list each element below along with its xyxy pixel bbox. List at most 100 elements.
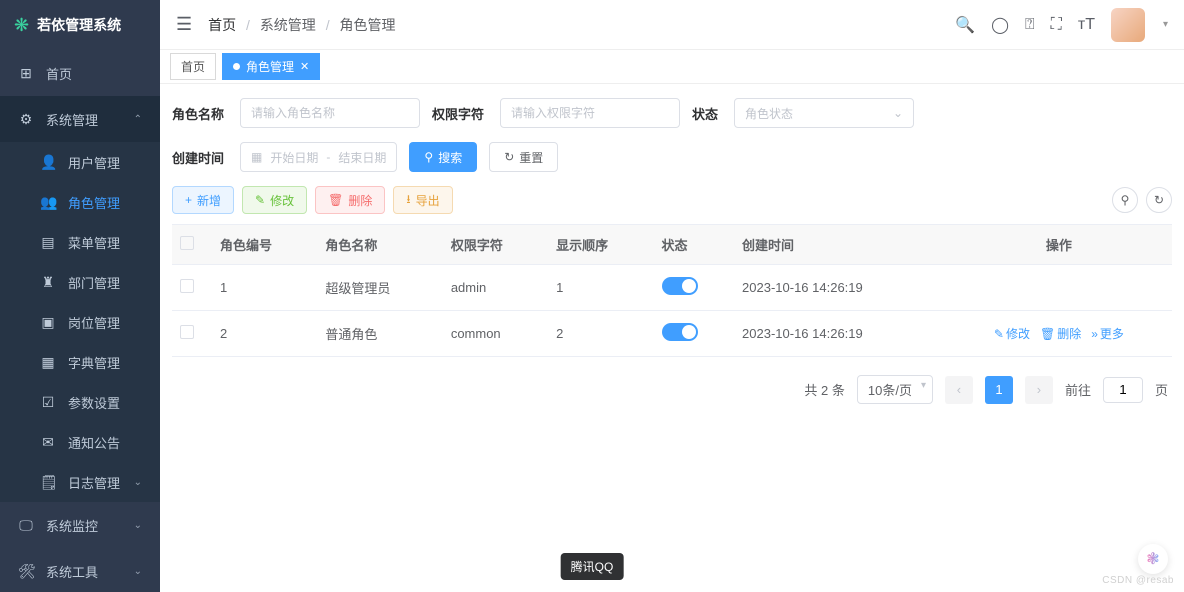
sidebar-item-notice[interactable]: ✉通知公告	[0, 422, 160, 462]
chevron-down-icon: ⌄	[893, 106, 903, 120]
sidebar: ❋ 若依管理系统 ⊞首页 ⚙系统管理⌃ 👤用户管理 👥角色管理 ▤菜单管理 ♜部…	[0, 0, 160, 592]
checkbox[interactable]	[180, 279, 194, 293]
gear-icon: ⚙	[18, 111, 34, 128]
breadcrumb-role: 角色管理	[339, 17, 395, 33]
tool-icon: 🛠	[18, 563, 34, 580]
sidebar-item-log[interactable]: 🗒日志管理⌄	[0, 462, 160, 502]
plus-icon: +	[185, 193, 192, 207]
brain-icon: ❃	[1146, 549, 1159, 569]
hamburger-icon[interactable]: ☰	[176, 14, 192, 35]
status-switch[interactable]	[662, 323, 698, 341]
chevron-up-icon: ⌃	[134, 114, 142, 125]
status-select[interactable]: 角色状态⌄	[734, 98, 914, 128]
calendar-icon: ▦	[251, 150, 262, 164]
status-switch[interactable]	[662, 277, 698, 295]
sidebar-item-role[interactable]: 👥角色管理	[0, 182, 160, 222]
sidebar-item-param[interactable]: ☑参数设置	[0, 382, 160, 422]
page-next[interactable]: ›	[1025, 376, 1053, 404]
post-icon: ▣	[40, 314, 56, 331]
export-button[interactable]: ⭳导出	[393, 186, 452, 214]
sidebar-item-monitor[interactable]: 🖵系统监控⌄	[0, 502, 160, 548]
checkbox-all[interactable]	[180, 236, 194, 250]
breadcrumb: 首页 / 系统管理 / 角色管理	[208, 15, 395, 35]
logo-icon: ❋	[14, 15, 29, 36]
avatar-chevron-icon[interactable]: ▾	[1163, 19, 1168, 30]
search-icon[interactable]: 🔍	[955, 15, 975, 35]
col-status: 状态	[654, 225, 735, 265]
col-key: 权限字符	[443, 225, 548, 265]
textsize-icon[interactable]: тT	[1078, 16, 1095, 34]
sidebar-item-system[interactable]: ⚙系统管理⌃	[0, 96, 160, 142]
edit-icon: ✎	[994, 327, 1004, 341]
refresh-icon: ↻	[504, 150, 514, 164]
tabs-bar: 首页 角色管理 ✕	[160, 50, 1184, 84]
date-range[interactable]: ▦ 开始日期 - 结束日期	[240, 142, 397, 172]
rolekey-input[interactable]	[500, 98, 680, 128]
more-icon: »	[1091, 327, 1098, 341]
edit-icon: ✎	[255, 193, 265, 207]
sidebar-item-post[interactable]: ▣岗位管理	[0, 302, 160, 342]
row-more-link[interactable]: »更多	[1091, 325, 1124, 342]
tooltip-qq: 腾讯QQ	[561, 553, 624, 580]
breadcrumb-home[interactable]: 首页	[208, 17, 236, 33]
monitor-icon: 🖵	[18, 517, 34, 534]
edit-button[interactable]: ✎修改	[242, 186, 307, 214]
goto-unit: 页	[1155, 380, 1168, 399]
search-row-2: 创建时间 ▦ 开始日期 - 结束日期 ⚲搜索 ↻重置	[172, 128, 1172, 172]
avatar[interactable]	[1111, 8, 1145, 42]
menu-icon: ▤	[40, 234, 56, 251]
reset-button[interactable]: ↻重置	[489, 142, 558, 172]
trash-icon: 🗑	[1040, 327, 1055, 341]
page-current[interactable]: 1	[985, 376, 1013, 404]
col-op: 操作	[946, 225, 1172, 265]
chevron-down-icon: ⌄	[134, 477, 142, 488]
toolbar-refresh-icon[interactable]: ↻	[1146, 187, 1172, 213]
notice-icon: ✉	[40, 434, 56, 451]
col-id: 角色编号	[212, 225, 317, 265]
watermark: CSDN @resab	[1102, 575, 1174, 586]
sidebar-item-user[interactable]: 👤用户管理	[0, 142, 160, 182]
page-size-select[interactable]: 10条/页	[857, 375, 933, 404]
delete-button[interactable]: 🗑删除	[315, 186, 385, 214]
sidebar-item-home[interactable]: ⊞首页	[0, 50, 160, 96]
chevron-down-icon: ⌄	[134, 566, 142, 577]
header-actions: 🔍 ◯ ⍰ ⛶ тT ▾	[955, 8, 1168, 42]
row-edit-link[interactable]: ✎修改	[994, 325, 1030, 342]
toolbar-search-icon[interactable]: ⚲	[1112, 187, 1138, 213]
table-row: 2 普通角色 common 2 2023-10-16 14:26:19 ✎修改 …	[172, 311, 1172, 357]
sidebar-item-tool[interactable]: 🛠系统工具⌄	[0, 548, 160, 592]
add-button[interactable]: +新增	[172, 186, 234, 214]
sidebar-item-dict[interactable]: ▦字典管理	[0, 342, 160, 382]
label-rolekey: 权限字符	[432, 104, 484, 123]
help-icon[interactable]: ⍰	[1025, 16, 1035, 34]
trash-icon: 🗑	[328, 193, 343, 207]
goto-input[interactable]	[1103, 377, 1143, 403]
header: ☰ 首页 / 系统管理 / 角色管理 🔍 ◯ ⍰ ⛶ тT ▾	[160, 0, 1184, 50]
checkbox[interactable]	[180, 325, 194, 339]
goto-label: 前往	[1065, 380, 1091, 399]
tab-role[interactable]: 角色管理 ✕	[222, 53, 320, 80]
sidebar-item-dept[interactable]: ♜部门管理	[0, 262, 160, 302]
tab-home[interactable]: 首页	[170, 53, 216, 80]
float-assistant-button[interactable]: ❃	[1138, 544, 1168, 574]
table-row: 1 超级管理员 admin 1 2023-10-16 14:26:19	[172, 265, 1172, 311]
main: ☰ 首页 / 系统管理 / 角色管理 🔍 ◯ ⍰ ⛶ тT ▾ 首页	[160, 0, 1184, 592]
chevron-down-icon: ⌄	[134, 520, 142, 531]
user-icon: 👤	[40, 154, 56, 171]
search-row-1: 角色名称 权限字符 状态 角色状态⌄	[172, 84, 1172, 128]
param-icon: ☑	[40, 394, 56, 411]
sidebar-item-menu[interactable]: ▤菜单管理	[0, 222, 160, 262]
page-total: 共 2 条	[804, 380, 844, 399]
table-header: 角色编号 角色名称 权限字符 显示顺序 状态 创建时间 操作	[172, 225, 1172, 265]
home-icon: ⊞	[18, 65, 34, 82]
page-prev[interactable]: ‹	[945, 376, 973, 404]
search-button[interactable]: ⚲搜索	[409, 142, 477, 172]
fullscreen-icon[interactable]: ⛶	[1051, 16, 1062, 34]
log-icon: 🗒	[40, 474, 56, 491]
close-icon[interactable]: ✕	[300, 60, 309, 73]
github-icon[interactable]: ◯	[991, 15, 1009, 35]
row-delete-link[interactable]: 🗑删除	[1040, 325, 1081, 342]
rolename-input[interactable]	[240, 98, 420, 128]
breadcrumb-system[interactable]: 系统管理	[260, 17, 316, 33]
sidebar-menu: ⊞首页 ⚙系统管理⌃ 👤用户管理 👥角色管理 ▤菜单管理 ♜部门管理 ▣岗位管理…	[0, 50, 160, 592]
